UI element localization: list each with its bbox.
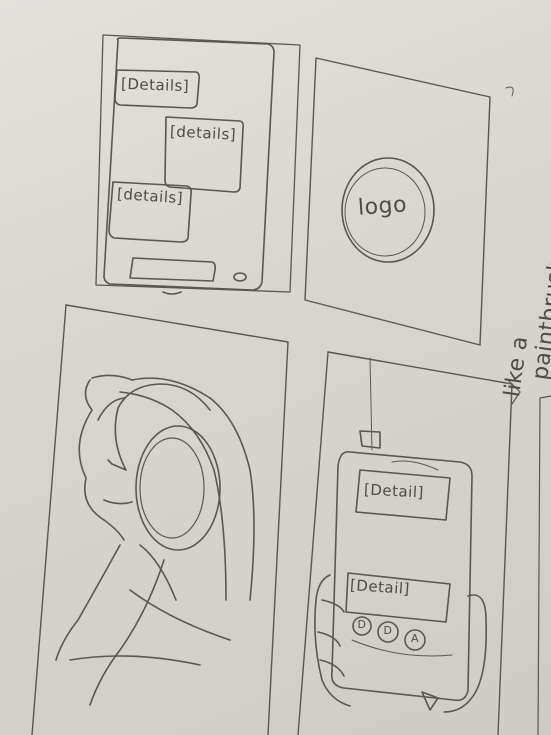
headphones-figure-panel	[31, 304, 289, 735]
top-detail-label: [Detail]	[363, 480, 425, 502]
sketch-paper: [Details] [details] [details] logo [Deta…	[0, 0, 551, 735]
action-button-3-label: A	[410, 632, 420, 645]
logo-text: logo	[357, 192, 408, 221]
chat-bubble-2-label: [details]	[169, 122, 237, 144]
chat-input-bar	[129, 257, 216, 282]
action-button-2-label: D	[383, 624, 393, 637]
hand-phone-panel	[297, 351, 513, 735]
chat-phone-panel	[95, 34, 301, 295]
action-button-1-label: D	[357, 618, 367, 631]
chat-bubble-1-label: [Details]	[120, 74, 190, 96]
send-button	[233, 272, 247, 282]
pencil-sketch-drawing	[31, 34, 551, 735]
logo-panel	[304, 57, 514, 346]
